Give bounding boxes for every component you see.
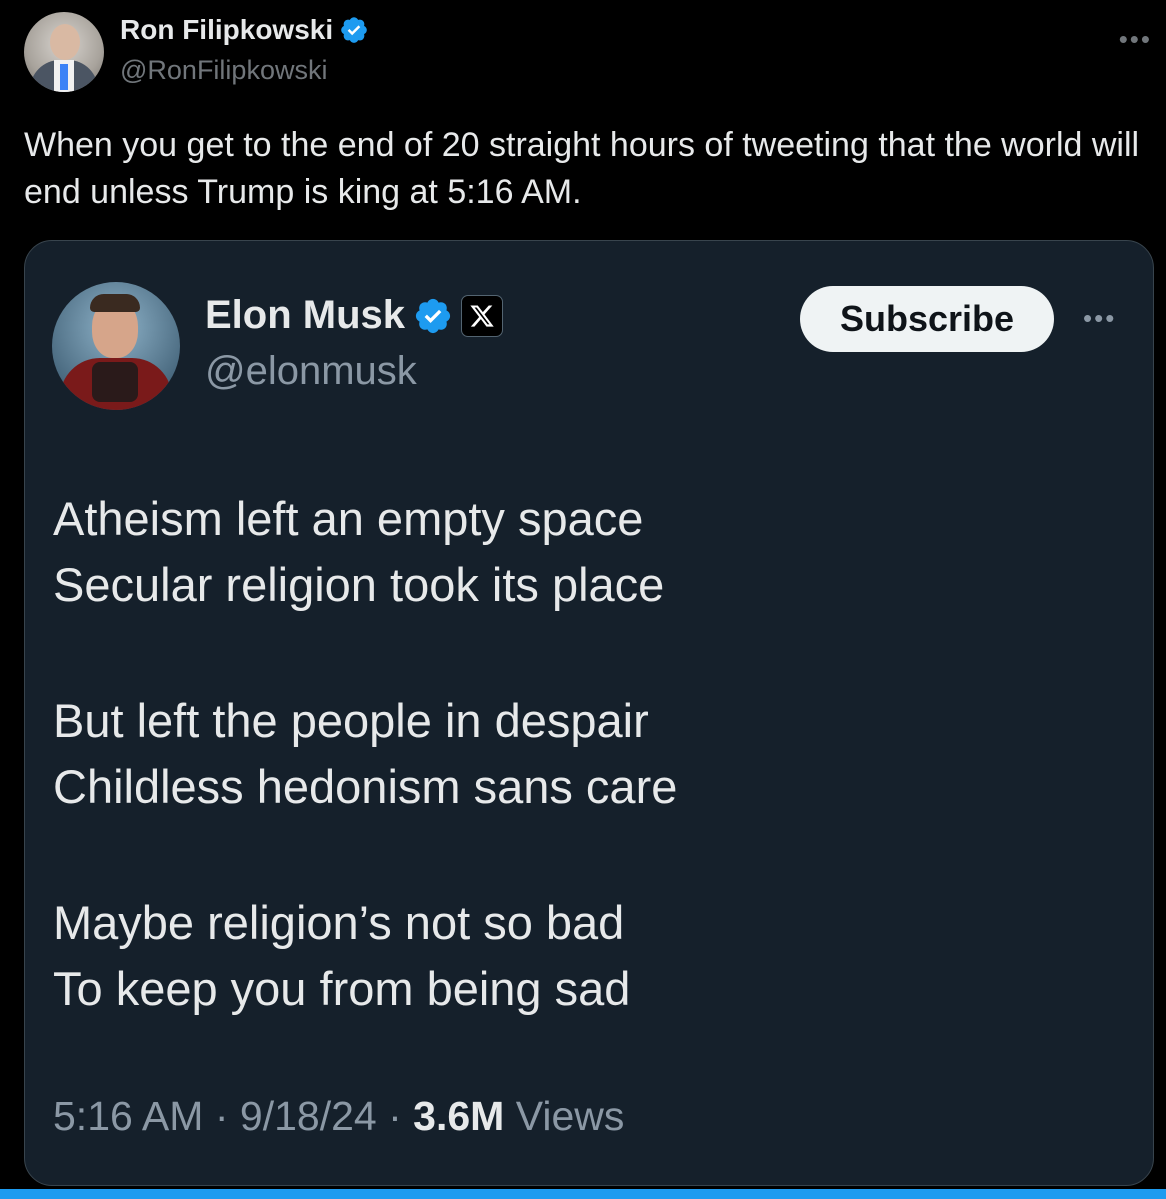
quoted-author-name[interactable]: Elon Musk: [205, 293, 405, 338]
stanza: But left the people in despair Childless…: [53, 688, 1053, 820]
poem-line: Atheism left an empty space: [53, 492, 644, 545]
avatar-hair: [90, 294, 140, 312]
poem-line: To keep you from being sad: [53, 962, 631, 1015]
tweet-date[interactable]: 9/18/24: [240, 1093, 377, 1139]
verified-badge-icon: [413, 296, 453, 336]
separator: ·: [388, 1093, 402, 1139]
tweet-time[interactable]: 5:16 AM: [53, 1093, 203, 1139]
poem-line: But left the people in despair: [53, 694, 649, 747]
quoted-tweet-text: Atheism left an empty space Secular reli…: [53, 486, 1053, 1092]
bottom-accent-bar: [0, 1189, 1166, 1199]
quoted-author-avatar[interactable]: [52, 282, 180, 410]
subscribe-button[interactable]: Subscribe: [800, 286, 1054, 352]
author-handle[interactable]: @RonFilipkowski: [120, 55, 327, 86]
avatar-armor-detail: [92, 362, 138, 402]
x-logo-icon: [461, 294, 504, 337]
avatar-head: [50, 24, 80, 60]
verified-badge-icon: [339, 15, 369, 45]
views-label: Views: [515, 1093, 625, 1139]
quoted-name-row: Elon Musk: [205, 293, 504, 338]
tweet-text: When you get to the end of 20 straight h…: [24, 126, 1140, 211]
more-options-icon[interactable]: •••: [1119, 24, 1152, 55]
author-name[interactable]: Ron Filipkowski: [120, 14, 333, 46]
poem-line: Childless hedonism sans care: [53, 760, 678, 813]
tweet-metadata: 5:16 AM · 9/18/24 · 3.6M Views: [53, 1093, 624, 1140]
stanza: Atheism left an empty space Secular reli…: [53, 486, 1053, 618]
views-count: 3.6M: [413, 1093, 505, 1139]
poem-line: Secular religion took its place: [53, 558, 665, 611]
separator: ·: [214, 1093, 229, 1139]
avatar-tie: [60, 64, 68, 90]
quoted-tweet-card[interactable]: Elon Musk @elonmusk Subscribe ••• Atheis…: [24, 240, 1154, 1186]
author-name-row: Ron Filipkowski: [120, 14, 369, 46]
poem-line: Maybe religion’s not so bad: [53, 896, 625, 949]
author-avatar[interactable]: [24, 12, 104, 92]
more-options-icon[interactable]: •••: [1083, 303, 1116, 334]
quoted-author-handle[interactable]: @elonmusk: [205, 349, 417, 394]
stanza: Maybe religion’s not so bad To keep you …: [53, 890, 1053, 1022]
